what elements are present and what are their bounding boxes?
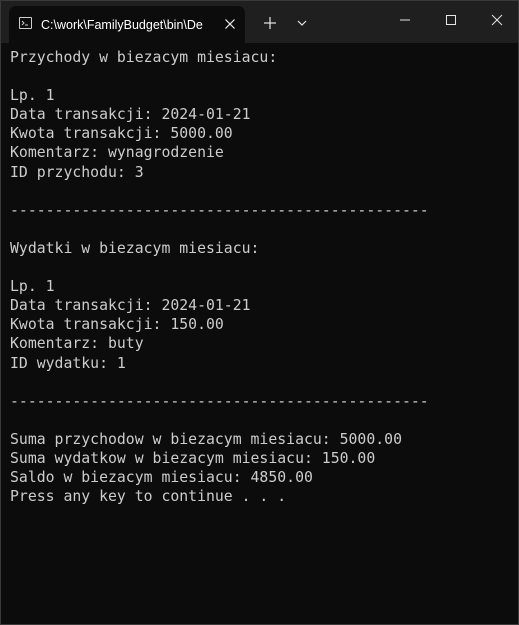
console-line: ID wydatku: 1: [10, 354, 126, 372]
tab-close-button[interactable]: [220, 14, 240, 34]
console-line: Lp. 1: [10, 278, 55, 296]
console-line: ----------------------------------------…: [10, 201, 429, 219]
maximize-button[interactable]: [428, 1, 474, 39]
console-line: Kwota transakcji: 5000.00: [10, 125, 233, 143]
console-line: ID przychodu: 3: [10, 163, 144, 181]
minimize-button[interactable]: [382, 1, 428, 39]
console-line: Data transakcji: 2024-01-21: [10, 106, 251, 124]
chevron-down-icon: [297, 20, 307, 26]
terminal-tab[interactable]: C:\work\FamilyBudget\bin\De: [9, 6, 245, 43]
console-line: Suma wydatkow w biezacym miesiacu: 150.0…: [10, 449, 376, 467]
terminal-window: C:\work\FamilyBudget\bin\De Przychody w …: [0, 0, 519, 625]
console-line: Komentarz: wynagrodzenie: [10, 144, 224, 162]
console-output[interactable]: Przychody w biezacym miesiacu: Lp. 1 Data …: [10, 48, 510, 506]
close-icon: [225, 19, 235, 29]
console-line: Kwota transakcji: 150.00: [10, 316, 224, 334]
console-line: Data transakcji: 2024-01-21: [10, 297, 251, 315]
console-line: ----------------------------------------…: [10, 392, 429, 410]
console-line: Komentarz: buty: [10, 335, 144, 353]
console-line: Przychody w biezacym miesiacu:: [10, 49, 278, 66]
title-bar: C:\work\FamilyBudget\bin\De: [1, 1, 518, 43]
console-icon: [19, 17, 32, 29]
minimize-icon: [400, 19, 410, 21]
console-line: Suma przychodow w biezacym miesiacu: 500…: [10, 430, 402, 448]
console-line: Lp. 1: [10, 87, 55, 105]
console-line: Saldo w biezacym miesiacu: 4850.00: [10, 469, 313, 487]
tab-title: C:\work\FamilyBudget\bin\De: [41, 18, 203, 32]
console-line: Wydatki w biezacym miesiacu:: [10, 239, 260, 257]
close-window-button[interactable]: [474, 1, 518, 39]
new-tab-button[interactable]: [259, 12, 281, 34]
tab-dropdown-button[interactable]: [291, 12, 313, 34]
maximize-icon: [446, 15, 456, 25]
plus-icon: [264, 17, 276, 29]
console-line: Press any key to continue . . .: [10, 488, 287, 506]
close-icon: [491, 14, 503, 26]
